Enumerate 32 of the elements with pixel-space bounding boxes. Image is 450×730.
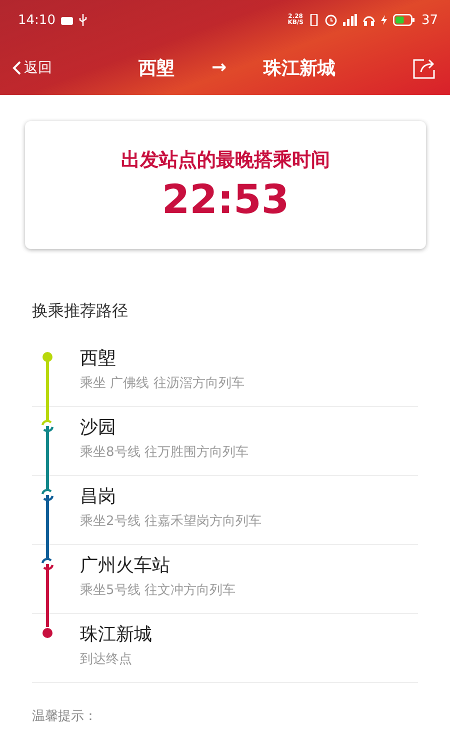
transfer-icon bbox=[41, 558, 54, 570]
last-train-time: 22:53 bbox=[162, 177, 290, 223]
origin-station: 西塱 bbox=[138, 56, 175, 80]
alarm-icon bbox=[325, 14, 338, 26]
station-name: 沙园 bbox=[80, 416, 117, 439]
destination-station: 珠江新城 bbox=[263, 56, 336, 80]
route-detail: 到达终点 bbox=[80, 651, 133, 668]
station-name: 西塱 bbox=[80, 347, 117, 370]
signal-icon bbox=[343, 14, 358, 26]
station-name: 昌岗 bbox=[80, 485, 117, 508]
usb-icon bbox=[79, 14, 88, 26]
tip-title: 温馨提示： bbox=[32, 708, 98, 725]
route-detail: 乘坐5号线 往文冲方向列车 bbox=[80, 582, 236, 599]
battery-percent: 37 bbox=[421, 12, 438, 28]
route-detail: 乘坐 广佛线 往沥滘方向列车 bbox=[80, 375, 244, 392]
vibrate-icon bbox=[309, 14, 320, 26]
transfer-icon bbox=[41, 488, 54, 502]
route-detail: 乘坐2号线 往嘉禾望岗方向列车 bbox=[80, 513, 262, 530]
section-title: 换乘推荐路径 bbox=[32, 301, 129, 322]
status-time: 14:10 bbox=[18, 12, 56, 28]
chevron-left-icon bbox=[12, 60, 22, 76]
card-title: 出发站点的最晚搭乘时间 bbox=[121, 148, 330, 173]
station-name: 广州火车站 bbox=[80, 554, 171, 577]
transfer-icon bbox=[41, 420, 54, 432]
start-dot bbox=[42, 352, 52, 362]
station-name: 珠江新城 bbox=[80, 623, 152, 646]
charging-icon bbox=[381, 15, 388, 25]
route-detail: 乘坐8号线 往万胜围方向列车 bbox=[80, 444, 248, 461]
headset-icon bbox=[363, 14, 376, 26]
direction-arrow: → bbox=[211, 57, 227, 78]
back-button[interactable]: 返回 bbox=[12, 58, 102, 76]
battery-icon bbox=[393, 14, 416, 26]
